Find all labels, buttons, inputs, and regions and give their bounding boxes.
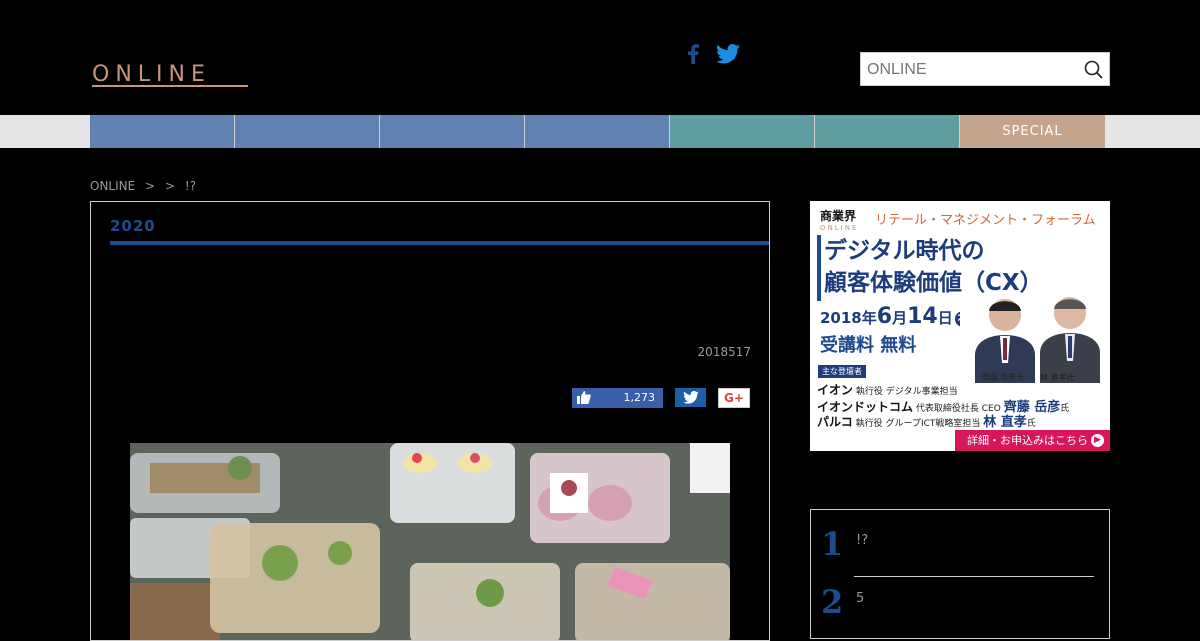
search-input[interactable] (865, 54, 1079, 86)
ad-forum-name: リテール・マネジメント・フォーラム (875, 213, 1096, 228)
article-date: 2018517 (697, 345, 751, 359)
breadcrumb: ONLINE > > !? (90, 179, 202, 193)
nav-item-3[interactable] (380, 115, 525, 148)
facebook-like-button[interactable]: 1,273 (572, 388, 663, 408)
logo-underline (92, 85, 248, 87)
article-category[interactable]: 2020 (110, 217, 156, 235)
arrow-right-icon: ▶ (1091, 434, 1104, 447)
nav-item-2[interactable] (235, 115, 380, 148)
ad-cta-button[interactable]: 詳細・お申込みはこちら ▶ (955, 430, 1110, 451)
breadcrumb-current: !? (184, 179, 197, 193)
ad-date-month: 6 (876, 304, 893, 329)
twitter-icon (683, 391, 699, 404)
search-box (860, 52, 1110, 86)
breadcrumb-separator: > (164, 179, 175, 193)
ranking-list: 1 !? 2 5 (810, 509, 1110, 639)
like-count-tail (654, 388, 663, 408)
search-icon[interactable] (1084, 60, 1103, 83)
ad-company-1: イオン (817, 383, 854, 397)
sidebar-ad-banner[interactable]: 商業界 ONLINE リテール・マネジメント・フォーラム デジタル時代の 顧客体… (810, 201, 1110, 451)
ad-logo-text: 商業界 (820, 209, 857, 223)
ad-company-3: パルコ (817, 415, 853, 429)
ad-speaker-line-3: パルコ 執行役 グループICT戦略室担当 林 直孝氏 (817, 411, 1036, 430)
nav-item-1[interactable] (90, 115, 235, 148)
breadcrumb-home[interactable]: ONLINE (90, 179, 135, 193)
ad-logo: 商業界 ONLINE (820, 207, 870, 232)
ad-suffix-3: 氏 (1026, 419, 1036, 429)
nav-item-special[interactable]: SPECIAL (960, 115, 1105, 148)
ad-fee-value: 無料 (880, 335, 917, 356)
thumbs-up-icon (577, 391, 591, 407)
ad-person-3: 林 直孝 (983, 415, 1027, 430)
category-rule (110, 241, 769, 245)
article-card: 2020 2018517 1,273 G+ (90, 201, 770, 641)
twitter-share-button[interactable] (675, 388, 706, 407)
ad-role-3: 執行役 グループICT戦略室担当 (855, 419, 981, 429)
ad-speaker-photos (960, 293, 1110, 383)
rank-title[interactable]: 5 (856, 591, 864, 606)
ad-logo-sub: ONLINE (820, 224, 859, 232)
facebook-icon[interactable] (686, 44, 700, 68)
ad-cta-label: 詳細・お申込みはこちら (967, 434, 1088, 447)
breadcrumb-separator: > (145, 179, 156, 193)
nav-item-4[interactable] (525, 115, 670, 148)
nav-item-5[interactable] (670, 115, 815, 148)
ad-headline-line-1: デジタル時代の (824, 238, 985, 264)
ad-accent-bar (817, 235, 821, 301)
rank-number: 1 (821, 525, 844, 563)
google-plus-button[interactable]: G+ (718, 388, 750, 408)
rank-number: 2 (821, 583, 844, 621)
ad-headline: デジタル時代の 顧客体験価値（CX） (824, 235, 1043, 299)
main-nav: SPECIAL (90, 115, 1105, 148)
site-logo[interactable]: ONLINE (92, 62, 211, 87)
ad-speaker-caption-1: 齊藤 岳彦氏 (982, 373, 1025, 382)
ad-fee: 受講料 無料 (820, 331, 916, 357)
ad-date-prefix: 2018年 (820, 309, 877, 327)
nav-item-6[interactable] (815, 115, 960, 148)
twitter-icon[interactable] (716, 44, 740, 68)
rank-title[interactable]: !? (856, 533, 868, 548)
ad-guests-label: 主な登壇者 (818, 365, 866, 378)
ad-fee-label: 受講料 (820, 335, 874, 356)
ad-speaker-caption-2: 林 直孝氏 (1040, 373, 1075, 382)
article-photo (130, 443, 730, 640)
ad-date-suffix: 日 (937, 309, 953, 327)
ad-date-day: 14 (907, 304, 938, 329)
ranking-divider (854, 576, 1094, 577)
ad-event-date: 2018年6月14日木 (820, 304, 971, 329)
like-count: 1,273 (623, 391, 656, 404)
ad-date-mid: 月 (892, 309, 908, 327)
ad-suffix-2: 氏 (1060, 404, 1070, 414)
